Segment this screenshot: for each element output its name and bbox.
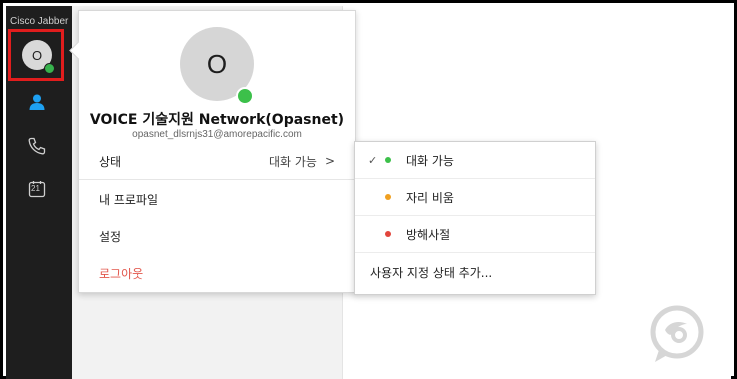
status-option-label: 방해사절 — [406, 227, 451, 242]
status-option-label: 대화 가능 — [406, 153, 454, 168]
profile-name: VOICE 기술지원 Network(Opasnet) — [89, 112, 345, 128]
dnd-dot-icon — [385, 231, 391, 237]
profile-email: opasnet_dlsrnjs31@amorepacific.com — [132, 129, 302, 140]
available-dot-icon — [385, 157, 391, 163]
status-option-label: 자리 비움 — [406, 190, 454, 205]
settings-label: 설정 — [99, 230, 122, 244]
add-custom-status-item[interactable]: 사용자 지정 상태 추가... — [355, 254, 595, 291]
logout-label: 로그아웃 — [99, 267, 144, 281]
check-icon: ✓ — [368, 153, 378, 167]
jabber-logo-icon — [650, 305, 704, 362]
settings-item[interactable]: 설정 — [79, 218, 355, 255]
status-value: 대화 가능 — [268, 154, 317, 169]
sidebar-presence-dot — [44, 63, 55, 74]
calendar-day: 21 — [31, 184, 40, 193]
status-menu: ✓ 대화 가능 자리 비움 방해사절 사용자 지정 상태 추가... — [354, 141, 596, 295]
status-option-away[interactable]: 자리 비움 — [355, 179, 595, 216]
profile-presence-dot — [236, 87, 254, 105]
away-dot-icon — [385, 194, 391, 200]
logout-item[interactable]: 로그아웃 — [79, 255, 355, 292]
app-title: Cisco Jabber — [10, 16, 69, 27]
status-option-dnd[interactable]: 방해사절 — [355, 216, 595, 253]
my-profile-item[interactable]: 내 프로파일 — [79, 181, 355, 218]
add-custom-status-label: 사용자 지정 상태 추가... — [370, 266, 493, 280]
chevron-right-icon: > — [324, 154, 335, 168]
phone-icon[interactable] — [25, 134, 49, 158]
profile-card: O VOICE 기술지원 Network(Opasnet) opasnet_dl… — [69, 10, 356, 293]
contacts-icon[interactable] — [25, 90, 49, 114]
my-profile-label: 내 프로파일 — [99, 193, 159, 207]
status-label: 상태 — [99, 154, 122, 169]
status-row[interactable]: 상태 대화 가능 > — [79, 143, 355, 180]
calendar-icon[interactable]: 21 — [25, 177, 49, 201]
status-option-available[interactable]: ✓ 대화 가능 — [355, 142, 595, 179]
